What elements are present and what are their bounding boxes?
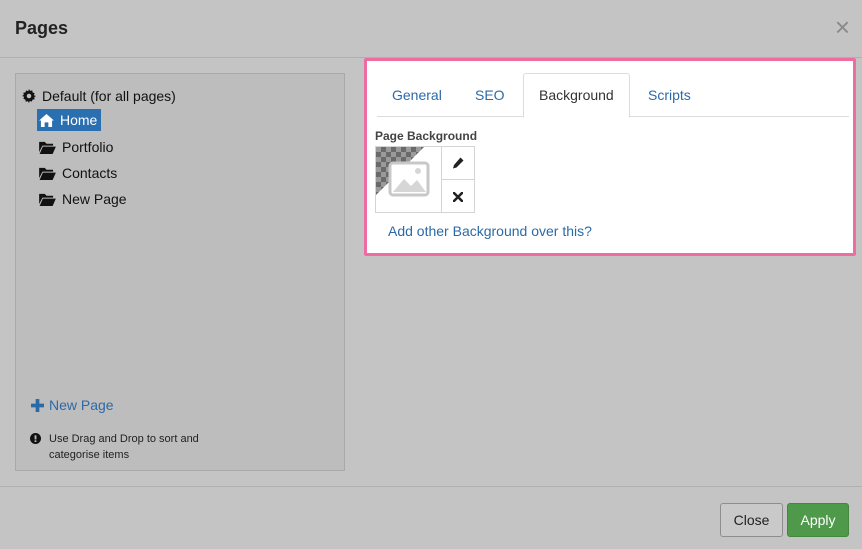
- tab-background[interactable]: Background: [523, 73, 630, 118]
- background-actions: [441, 146, 475, 213]
- tree-item-label: Portfolio: [62, 139, 114, 155]
- tree-item-label: Contacts: [62, 165, 118, 181]
- apply-button[interactable]: Apply: [787, 503, 849, 537]
- pencil-icon: [453, 157, 464, 169]
- tree-item-label: New Page: [62, 191, 127, 207]
- page-tree-panel: Default (for all pages) Home Portfolio C…: [15, 73, 345, 471]
- modal-title: Pages: [15, 18, 69, 38]
- pages-modal: Pages × Default (for all pages) Home Por…: [0, 0, 862, 549]
- modal-footer: Close Apply: [0, 486, 862, 549]
- drag-drop-hint: Use Drag and Drop to sort and categorise…: [30, 431, 209, 463]
- plus-icon: [31, 398, 44, 412]
- close-icon: [453, 191, 463, 202]
- home-icon: [39, 113, 54, 127]
- tree-item-new-page[interactable]: New Page: [37, 188, 131, 210]
- tab-scripts[interactable]: Scripts: [633, 73, 706, 117]
- hint-text: Use Drag and Drop to sort and categorise…: [49, 433, 199, 461]
- tree-root-label: Default (for all pages): [42, 88, 176, 104]
- tab-general[interactable]: General: [377, 73, 457, 117]
- edit-background-button[interactable]: [442, 147, 474, 180]
- tree-root-default[interactable]: Default (for all pages): [22, 88, 176, 104]
- folder-open-icon: [39, 141, 56, 154]
- modal-header: Pages ×: [0, 0, 862, 58]
- page-settings-panel: General SEO Background Scripts Page Back…: [364, 58, 856, 256]
- tree-item-label: Home: [60, 112, 98, 128]
- remove-background-button[interactable]: [442, 180, 474, 213]
- add-new-page-link[interactable]: New Page: [31, 397, 114, 413]
- background-preview[interactable]: [375, 146, 442, 213]
- add-new-page-label: New Page: [49, 397, 114, 413]
- tab-seo[interactable]: SEO: [460, 73, 520, 117]
- settings-tabs: General SEO Background Scripts: [377, 73, 849, 118]
- page-background-label: Page Background: [375, 129, 478, 143]
- tree-item-contacts[interactable]: Contacts: [37, 162, 121, 184]
- folder-open-icon: [39, 193, 56, 206]
- tree-item-portfolio[interactable]: Portfolio: [37, 136, 117, 158]
- close-icon[interactable]: ×: [835, 14, 850, 40]
- gear-icon: [22, 89, 36, 103]
- add-other-background-link[interactable]: Add other Background over this?: [388, 223, 592, 239]
- tree-item-home[interactable]: Home: [37, 109, 102, 131]
- image-placeholder-icon: [376, 147, 441, 212]
- close-button[interactable]: Close: [720, 503, 783, 537]
- exclamation-circle-icon: [30, 433, 41, 444]
- folder-open-icon: [39, 167, 56, 180]
